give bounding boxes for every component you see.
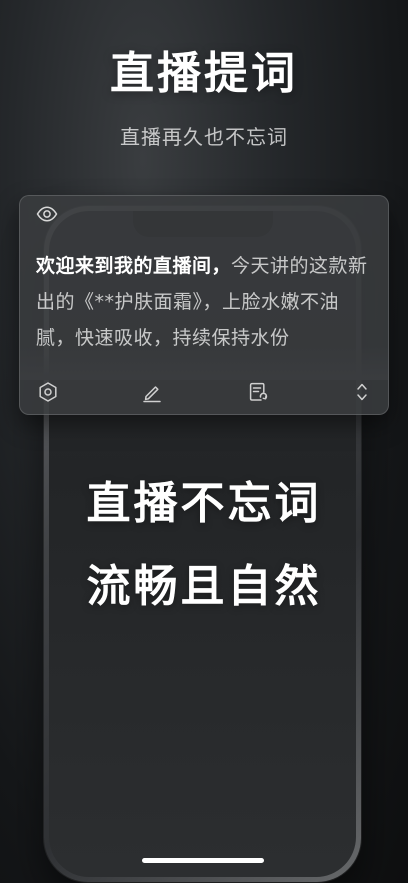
prompter-toolbar <box>20 378 388 406</box>
slogan-line-1: 直播不忘词 <box>86 478 322 529</box>
script-document-icon[interactable] <box>246 380 270 404</box>
spoken-text: 欢迎来到我的直播间， <box>36 255 232 277</box>
prompter-script-text: 欢迎来到我的直播间，今天讲的这款新出的《**护肤面霜》，上脸水嫩不油腻，快速吸收… <box>36 248 374 372</box>
slogan-line-2: 流畅且自然 <box>86 561 322 612</box>
teleprompter-overlay[interactable]: 欢迎来到我的直播间，今天讲的这款新出的《**护肤面霜》，上脸水嫩不油腻，快速吸收… <box>19 195 389 415</box>
eye-icon[interactable] <box>36 206 58 222</box>
home-indicator[interactable] <box>141 858 264 863</box>
page-subtitle: 直播再久也不忘词 <box>120 125 288 149</box>
hexagon-settings-icon[interactable] <box>36 380 60 404</box>
pencil-icon[interactable] <box>140 380 164 404</box>
resize-vertical-icon[interactable] <box>350 380 374 404</box>
page-title: 直播提词 <box>110 48 298 99</box>
